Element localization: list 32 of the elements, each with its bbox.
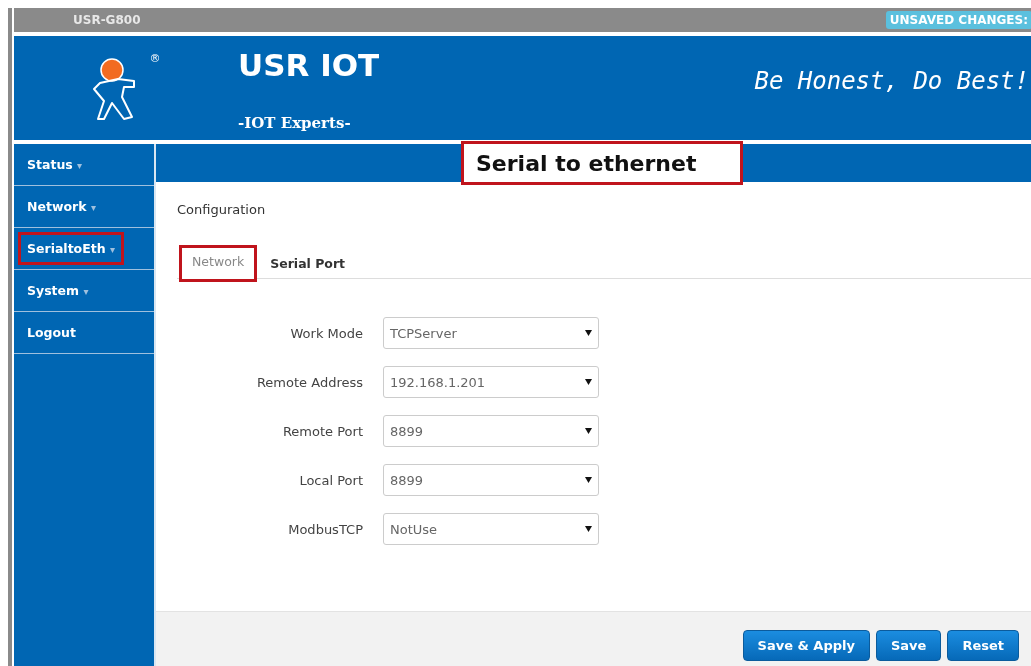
sidebar-item[interactable]: Logout [18, 316, 85, 349]
sidebar-item[interactable]: System ▾ [18, 274, 98, 307]
page-title: Serial to ethernet [461, 141, 743, 185]
device-name: USR-G800 [73, 13, 141, 27]
field-label: ModbusTCP [287, 521, 364, 537]
dropdown-arrow-icon [585, 477, 592, 483]
dropdown-arrow-icon [585, 379, 592, 385]
dropdown-field[interactable]: TCPServer [383, 317, 599, 349]
tab[interactable]: Serial Port [257, 247, 359, 279]
brand-name: USR IOT [238, 50, 380, 81]
dropdown-arrow-icon [585, 330, 592, 336]
field-label: Remote Address [255, 374, 364, 390]
dropdown-arrow-icon [585, 526, 592, 532]
dropdown-arrow-icon [585, 428, 592, 434]
slogan: Be Honest, Do Best! [754, 67, 1029, 97]
action-button[interactable]: Reset [947, 629, 1019, 661]
section-title: Configuration [177, 202, 267, 217]
dropdown-field[interactable]: 192.168.1.201 [383, 366, 599, 398]
dropdown-field[interactable]: 8899 [383, 415, 599, 447]
sidebar-item[interactable]: SerialtoEth ▾ [18, 232, 125, 265]
field-label: Remote Port [281, 423, 364, 439]
tab[interactable]: Network [179, 245, 258, 282]
field-label: Local Port [298, 472, 364, 488]
registered-mark: ® [149, 51, 161, 65]
dropdown-field[interactable]: 8899 [383, 464, 599, 496]
action-button[interactable]: Save [875, 629, 942, 661]
dropdown-field[interactable]: NotUse [383, 513, 599, 545]
action-button[interactable]: Save & Apply [742, 629, 870, 661]
sidebar-item[interactable]: Network ▾ [18, 190, 105, 223]
sidebar-item[interactable]: Status ▾ [18, 148, 92, 181]
field-label: Work Mode [289, 325, 364, 341]
tagline: -IOT Experts- [238, 114, 352, 132]
